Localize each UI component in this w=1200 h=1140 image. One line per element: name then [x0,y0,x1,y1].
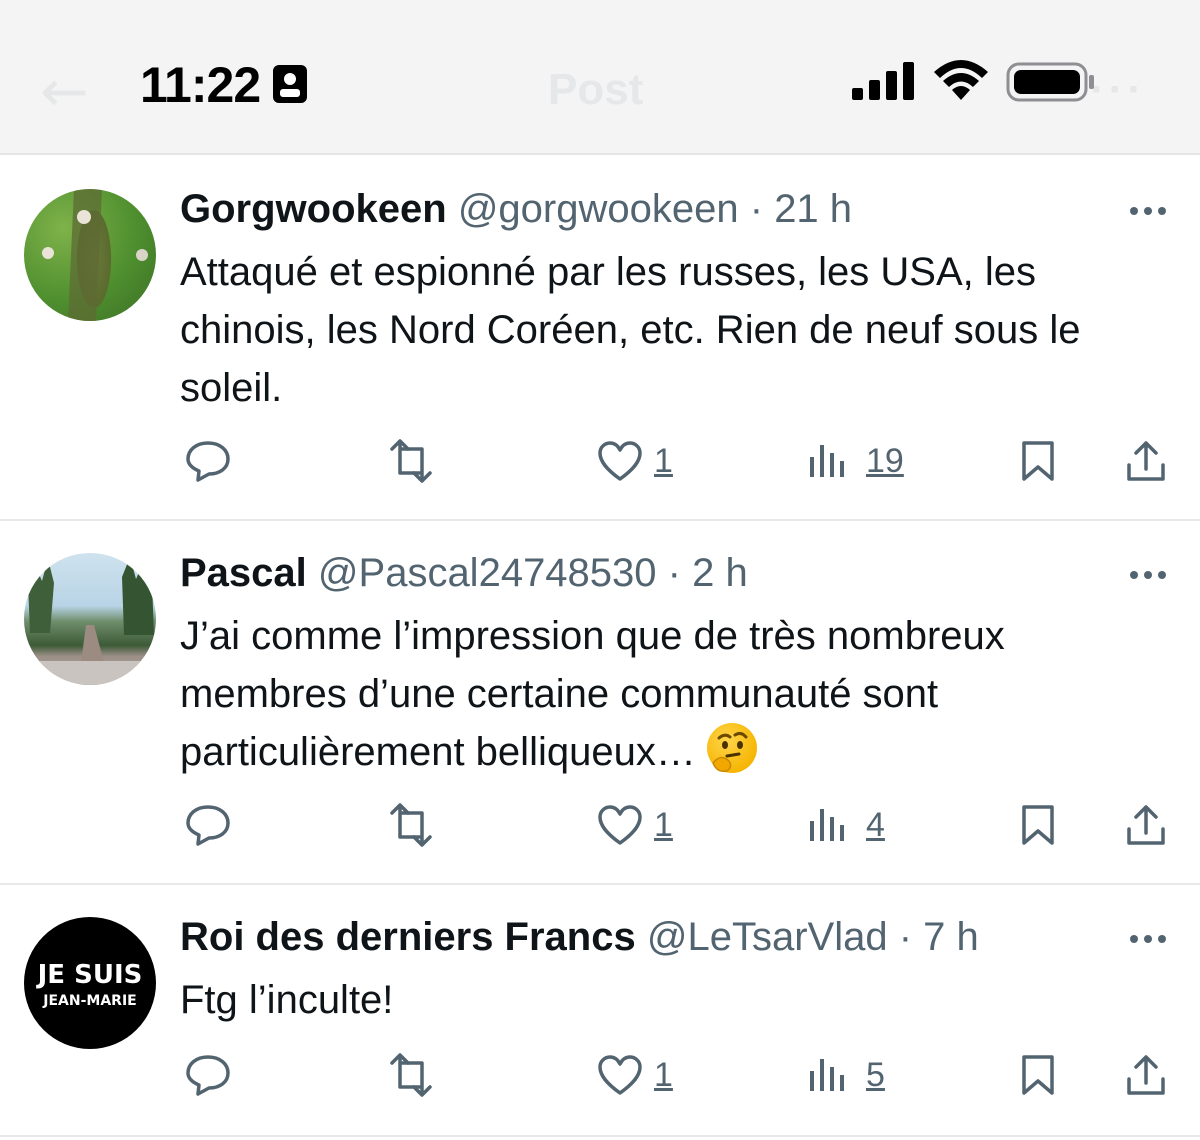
like-button[interactable]: 1 [596,1045,696,1105]
tweet-text-line: chinois, les Nord Coréen, etc. Rien de n… [180,308,1081,352]
tweet-text: Attaqué et espionné par les russes, les … [180,243,1180,417]
repost-button[interactable] [384,1045,444,1105]
repost-button[interactable] [384,431,444,491]
tweet-text-line: soleil. [180,366,283,410]
action-bar: 1 19 [0,431,1200,491]
like-button[interactable]: 1 [596,431,696,491]
heart-icon [598,1055,642,1095]
clock: 11:22 [140,57,261,113]
separator-dot: · [667,551,681,595]
display-name[interactable]: Pascal [180,551,307,595]
more-options-icon[interactable] [1126,201,1170,221]
bookmark-icon [1022,805,1054,845]
bookmark-icon [1022,441,1054,481]
tweet-header: Pascal @Pascal24748530 · 2 h [180,549,748,597]
views-chart-icon [810,445,844,477]
like-count: 1 [654,806,673,844]
user-handle[interactable]: @Pascal24748530 [318,551,657,595]
share-icon [1127,441,1165,481]
bookmark-button[interactable] [1016,795,1066,855]
bookmark-button[interactable] [1016,1045,1066,1105]
reply-icon [186,1055,230,1096]
action-bar: 1 4 [0,795,1200,855]
nav-more-icon[interactable]: ··· [1090,60,1146,120]
reply-button[interactable] [180,795,240,855]
timestamp[interactable]: 21 h [774,187,852,231]
repost-icon [390,803,432,847]
avatar[interactable] [24,189,156,321]
more-options-icon[interactable] [1126,565,1170,585]
avatar[interactable] [24,553,156,685]
user-handle[interactable]: @LeTsarVlad [647,915,888,959]
views-button[interactable]: 5 [808,1045,908,1105]
view-count: 5 [866,1056,885,1094]
status-bar: ← Post ··· 11:22 [0,0,1200,155]
views-chart-icon [810,1059,844,1091]
separator-dot: · [749,187,764,231]
avatar-text-line2: JEAN-MARIE [42,993,136,1009]
id-card-icon [273,65,307,103]
repost-icon [390,439,432,483]
heart-icon [598,441,642,481]
battery-icon [1006,62,1094,102]
tweet-text-line: J’ai comme l’impression que de très nomb… [180,614,1005,658]
tweet-header: Gorgwookeen @gorgwookeen · 21 h [180,185,852,233]
share-button[interactable] [1124,795,1174,855]
share-button[interactable] [1124,431,1174,491]
like-count: 1 [654,1056,673,1094]
display-name[interactable]: Roi des derniers Francs [180,915,636,959]
views-chart-icon [810,809,844,841]
view-count: 4 [866,806,885,844]
timestamp[interactable]: 7 h [923,915,979,959]
reply-icon [186,805,230,846]
tweet-text-line: Attaqué et espionné par les russes, les … [180,250,1037,294]
reply-icon [186,441,230,482]
avatar[interactable]: JE SUIS JEAN-MARIE [24,917,156,1049]
avatar-text-line1: JE SUIS [36,960,143,990]
timestamp[interactable]: 2 h [692,551,748,595]
repost-button[interactable] [384,795,444,855]
tweet-text: Ftg l’inculte! [180,971,1180,1029]
share-icon [1127,1055,1165,1095]
user-handle[interactable]: @gorgwookeen [458,187,739,231]
share-button[interactable] [1124,1045,1174,1105]
views-button[interactable]: 19 [808,431,908,491]
tweet-text-segment: particulièrement belliqueux… [180,730,696,774]
reply-tweet[interactable]: JE SUIS JEAN-MARIE Roi des derniers Fran… [0,885,1200,1137]
reply-tweet[interactable]: Pascal @Pascal24748530 · 2 h J’ai comme … [0,521,1200,885]
repost-icon [390,1053,432,1097]
tweet-text-line: particulièrement belliqueux… [180,723,1180,781]
heart-icon [598,805,642,845]
wifi-icon [934,60,988,100]
bookmark-icon [1022,1055,1054,1095]
view-count: 19 [866,442,904,480]
back-arrow-icon[interactable]: ← [40,62,89,120]
like-button[interactable]: 1 [596,795,696,855]
separator-dot: · [898,915,913,959]
tweet-text-line: membres d’une certaine communauté sont [180,672,939,716]
reply-button[interactable] [180,431,240,491]
tweet-header: Roi des derniers Francs @LeTsarVlad · 7 … [180,913,979,961]
like-count: 1 [654,442,673,480]
nav-title: Post [548,65,644,114]
action-bar: 1 5 [0,1045,1200,1105]
cellular-signal-icon [852,62,914,100]
display-name[interactable]: Gorgwookeen [180,187,447,231]
thinking-face-emoji-icon [706,723,757,773]
tweet-text: J’ai comme l’impression que de très nomb… [180,607,1180,781]
more-options-icon[interactable] [1126,929,1170,949]
views-button[interactable]: 4 [808,795,908,855]
reply-tweet[interactable]: Gorgwookeen @gorgwookeen · 21 h Attaqué … [0,157,1200,521]
bookmark-button[interactable] [1016,431,1066,491]
tweet-text-line: Ftg l’inculte! [180,978,394,1022]
share-icon [1127,805,1165,845]
reply-button[interactable] [180,1045,240,1105]
